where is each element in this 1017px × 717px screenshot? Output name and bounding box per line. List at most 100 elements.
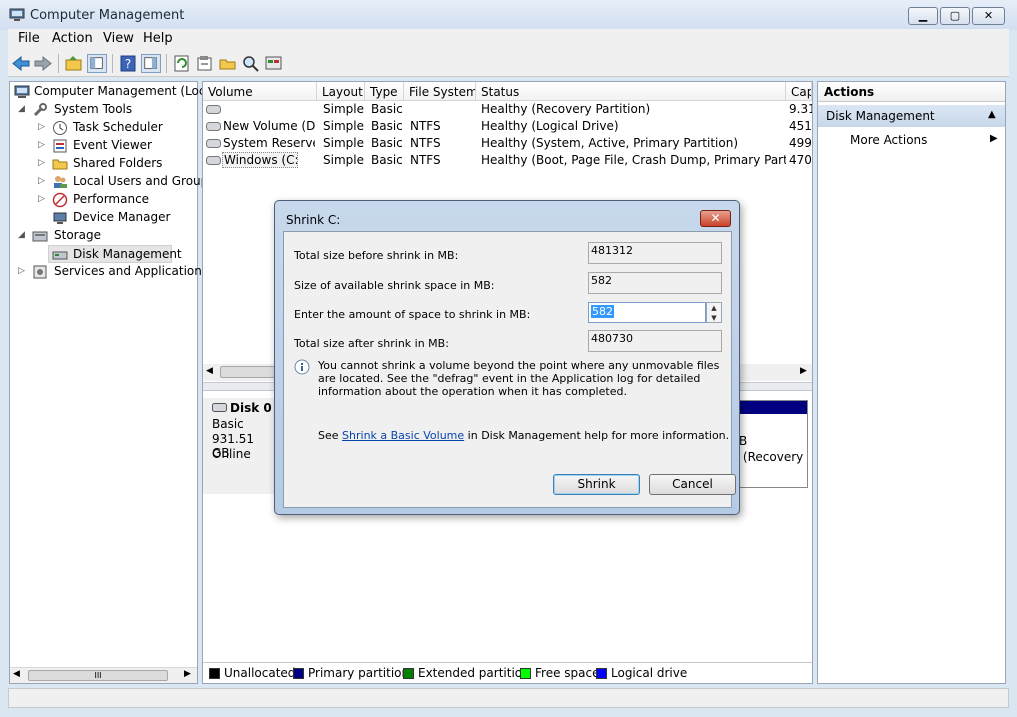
expanded-arrow-icon[interactable]: ◢ <box>18 104 28 114</box>
disk-settings-icon[interactable] <box>264 54 284 73</box>
more-actions-label: More Actions <box>850 133 928 147</box>
table-row[interactable]: Windows (C:) Simple Basic NTFS Healthy (… <box>203 152 812 169</box>
menu-action[interactable]: Action <box>52 31 93 46</box>
expanded-arrow-icon[interactable]: ◢ <box>18 230 28 240</box>
legend-label: Unallocated <box>224 666 296 680</box>
column-header-type[interactable]: Type <box>365 82 404 101</box>
volume-type: Basic <box>371 153 403 167</box>
shrink-button[interactable]: Shrink <box>553 474 640 495</box>
tree-item-device-manager[interactable]: Device Manager <box>38 209 198 227</box>
menu-file[interactable]: File <box>18 31 40 46</box>
spin-down-icon[interactable]: ▼ <box>707 313 721 323</box>
tree-item-services-and-applications[interactable]: ▷ Services and Applications <box>18 263 208 281</box>
scroll-thumb[interactable] <box>220 366 280 378</box>
scroll-right-icon[interactable]: ▶ <box>184 669 191 679</box>
tree-horizontal-scrollbar[interactable]: ◀ III ▶ <box>10 667 197 683</box>
submenu-arrow-icon: ▶ <box>990 133 998 144</box>
forward-arrow-icon[interactable] <box>33 54 53 73</box>
cancel-button[interactable]: Cancel <box>649 474 736 495</box>
volume-type: Basic <box>371 119 403 133</box>
tree-item-storage[interactable]: ◢ Storage <box>18 227 198 245</box>
more-actions-item[interactable]: More Actions ▶ <box>818 131 1005 151</box>
storage-icon <box>32 231 48 242</box>
legend-label: Logical drive <box>611 666 688 680</box>
shrink-amount-label: Enter the amount of space to shrink in M… <box>294 308 531 321</box>
column-header-volume[interactable]: Volume <box>203 82 317 101</box>
tree-label: Disk Management <box>73 247 182 261</box>
window-title: Computer Management <box>30 8 185 23</box>
dialog-close-button[interactable]: ✕ <box>700 210 731 227</box>
legend-swatch-primary <box>293 668 304 679</box>
maximize-button[interactable]: ▢ <box>940 7 970 25</box>
menu-view[interactable]: View <box>103 31 134 46</box>
scroll-right-icon[interactable]: ▶ <box>800 366 807 376</box>
partition-recovery[interactable]: B y (Recovery <box>732 400 808 488</box>
actions-section-disk-management[interactable]: Disk Management ▲ <box>818 105 1005 127</box>
volume-layout: Simple <box>323 136 364 150</box>
column-header-layout[interactable]: Layout <box>317 82 365 101</box>
table-row[interactable]: New Volume (D:) Simple Basic NTFS Health… <box>203 118 812 135</box>
show-hide-tree-icon[interactable] <box>87 54 107 73</box>
shrink-basic-volume-link[interactable]: Shrink a Basic Volume <box>342 429 464 442</box>
table-row[interactable]: Simple Basic Healthy (Recovery Partition… <box>203 101 812 118</box>
volume-file-system: NTFS <box>410 136 441 150</box>
scroll-left-icon[interactable]: ◀ <box>206 366 213 376</box>
tools-icon <box>33 103 47 117</box>
up-folder-icon[interactable] <box>64 54 84 73</box>
event-viewer-icon <box>53 139 67 153</box>
scroll-thumb[interactable]: III <box>28 670 168 681</box>
console-tree: Computer Management (Local ◢ System Tool… <box>9 81 216 684</box>
collapsed-arrow-icon[interactable]: ▷ <box>38 158 48 168</box>
shrink-amount-spinner[interactable]: ▲ ▼ <box>706 302 722 323</box>
refresh-icon[interactable] <box>172 54 192 73</box>
collapsed-arrow-icon[interactable]: ▷ <box>38 194 48 204</box>
collapse-up-icon[interactable]: ▲ <box>988 109 996 120</box>
disk-info-box[interactable]: Disk 0 Basic 931.51 GB Online <box>203 398 276 494</box>
tree-item-performance[interactable]: ▷ Performance <box>38 191 198 209</box>
column-header-file-system[interactable]: File System <box>404 82 476 101</box>
collapsed-arrow-icon[interactable]: ▷ <box>38 140 48 150</box>
tree-item-task-scheduler[interactable]: ▷ Task Scheduler <box>38 119 198 137</box>
help-icon[interactable]: ? <box>118 54 138 73</box>
volume-status: Healthy (Boot, Page File, Crash Dump, Pr… <box>481 153 786 167</box>
minimize-button[interactable]: ▁ <box>908 7 938 25</box>
volume-name: New Volume (D:) <box>223 119 315 133</box>
properties-icon[interactable] <box>195 54 215 73</box>
available-space-value: 582 <box>588 272 722 294</box>
volume-type: Basic <box>371 136 403 150</box>
column-header-capacity[interactable]: Cap <box>786 82 812 101</box>
shrink-amount-value: 582 <box>591 305 614 318</box>
volume-status: Healthy (Recovery Partition) <box>481 102 651 116</box>
show-hide-action-pane-icon[interactable] <box>141 54 161 73</box>
tree-label: Services and Applications <box>54 264 209 278</box>
tree-item-shared-folders[interactable]: ▷ Shared Folders <box>38 155 198 173</box>
drive-icon <box>206 122 221 131</box>
device-manager-icon <box>53 212 67 224</box>
close-window-button[interactable]: ✕ <box>972 7 1005 25</box>
tree-item-system-tools[interactable]: ◢ System Tools <box>18 101 198 119</box>
available-space-label: Size of available shrink space in MB: <box>294 279 495 292</box>
legend-swatch-unallocated <box>209 668 220 679</box>
tree-item-disk-management[interactable]: Disk Management <box>48 245 182 263</box>
shared-folder-icon <box>52 159 68 170</box>
column-header-status[interactable]: Status <box>476 82 786 101</box>
drive-icon <box>206 139 221 148</box>
back-arrow-icon[interactable] <box>11 54 31 73</box>
menu-bar: File Action View Help <box>8 29 1009 50</box>
scroll-left-icon[interactable]: ◀ <box>13 669 20 679</box>
tree-item-local-users-and-groups[interactable]: ▷ Local Users and Groups <box>38 173 215 191</box>
tree-item-event-viewer[interactable]: ▷ Event Viewer <box>38 137 198 155</box>
collapsed-arrow-icon[interactable]: ▷ <box>38 176 48 186</box>
total-before-value: 481312 <box>588 242 722 264</box>
find-icon[interactable] <box>241 54 261 73</box>
table-row[interactable]: System Reserved Simple Basic NTFS Health… <box>203 135 812 152</box>
collapsed-arrow-icon[interactable]: ▷ <box>38 122 48 132</box>
shrink-amount-input[interactable]: 582 <box>588 302 706 323</box>
legend-swatch-extended <box>403 668 414 679</box>
tree-item-computer-management[interactable]: Computer Management (Local <box>14 83 216 101</box>
volume-layout: Simple <box>323 119 364 133</box>
spin-up-icon[interactable]: ▲ <box>707 303 721 313</box>
open-folder-icon[interactable] <box>218 54 238 73</box>
menu-help[interactable]: Help <box>143 31 173 46</box>
collapsed-arrow-icon[interactable]: ▷ <box>18 266 28 276</box>
